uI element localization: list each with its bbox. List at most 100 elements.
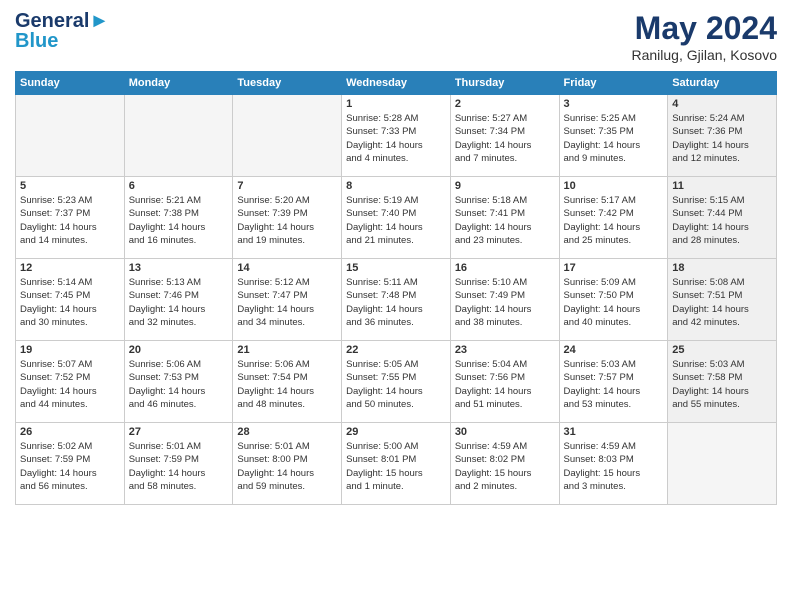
calendar-week-5: 26 Sunrise: 5:02 AM Sunset: 7:59 PM Dayli… [16, 423, 777, 505]
day-info: Sunrise: 5:20 AM Sunset: 7:39 PM Dayligh… [237, 194, 337, 247]
calendar-cell: 23 Sunrise: 5:04 AM Sunset: 7:56 PM Dayli… [450, 341, 559, 423]
calendar-cell: 29 Sunrise: 5:00 AM Sunset: 8:01 PM Dayli… [342, 423, 451, 505]
calendar-header: SundayMondayTuesdayWednesdayThursdayFrid… [16, 72, 777, 95]
day-info: Sunrise: 5:15 AM Sunset: 7:44 PM Dayligh… [672, 194, 772, 247]
calendar-cell: 22Sunrise: 5:05 AM Sunset: 7:55 PM Dayli… [342, 341, 451, 423]
day-info: Sunrise: 5:10 AM Sunset: 7:49 PM Dayligh… [455, 276, 555, 329]
weekday-header-thursday: Thursday [450, 72, 559, 95]
weekday-header-sunday: Sunday [16, 72, 125, 95]
calendar-cell: 9 Sunrise: 5:18 AM Sunset: 7:41 PM Daylig… [450, 177, 559, 259]
day-info: Sunrise: 5:17 AM Sunset: 7:42 PM Dayligh… [564, 194, 664, 247]
day-number: 13 [129, 262, 229, 274]
day-number: 22 [346, 344, 446, 356]
day-info: Sunrise: 5:19 AM Sunset: 7:40 PM Dayligh… [346, 194, 446, 247]
logo: General► Blue [15, 10, 109, 52]
day-number: 25 [672, 344, 772, 356]
calendar-cell: 2Sunrise: 5:27 AM Sunset: 7:34 PM Daylig… [450, 95, 559, 177]
calendar-cell: 25 Sunrise: 5:03 AM Sunset: 7:58 PM Dayli… [668, 341, 777, 423]
day-info: Sunrise: 5:06 AM Sunset: 7:54 PM Dayligh… [237, 358, 337, 411]
day-info: Sunrise: 5:02 AM Sunset: 7:59 PM Dayligh… [20, 440, 120, 493]
logo-text: General► [15, 10, 109, 32]
day-number: 7 [237, 180, 337, 192]
calendar-cell: 21 Sunrise: 5:06 AM Sunset: 7:54 PM Dayli… [233, 341, 342, 423]
calendar-cell: 11Sunrise: 5:15 AM Sunset: 7:44 PM Dayli… [668, 177, 777, 259]
calendar-cell: 13Sunrise: 5:13 AM Sunset: 7:46 PM Dayli… [124, 259, 233, 341]
day-info: Sunrise: 5:18 AM Sunset: 7:41 PM Dayligh… [455, 194, 555, 247]
location-subtitle: Ranilug, Gjilan, Kosovo [631, 47, 777, 63]
calendar-body: 1Sunrise: 5:28 AM Sunset: 7:33 PM Daylig… [16, 95, 777, 505]
day-info: Sunrise: 5:03 AM Sunset: 7:57 PM Dayligh… [564, 358, 664, 411]
day-info: Sunrise: 5:01 AM Sunset: 7:59 PM Dayligh… [129, 440, 229, 493]
day-number: 30 [455, 426, 555, 438]
day-info: Sunrise: 5:28 AM Sunset: 7:33 PM Dayligh… [346, 112, 446, 165]
weekday-header-friday: Friday [559, 72, 668, 95]
day-info: Sunrise: 5:03 AM Sunset: 7:58 PM Dayligh… [672, 358, 772, 411]
weekday-header-wednesday: Wednesday [342, 72, 451, 95]
day-info: Sunrise: 5:25 AM Sunset: 7:35 PM Dayligh… [564, 112, 664, 165]
day-number: 16 [455, 262, 555, 274]
day-number: 8 [346, 180, 446, 192]
day-number: 18 [672, 262, 772, 274]
calendar-cell: 17 Sunrise: 5:09 AM Sunset: 7:50 PM Dayli… [559, 259, 668, 341]
calendar-table: SundayMondayTuesdayWednesdayThursdayFrid… [15, 71, 777, 505]
day-number: 17 [564, 262, 664, 274]
calendar-week-3: 12 Sunrise: 5:14 AM Sunset: 7:45 PM Dayli… [16, 259, 777, 341]
calendar-cell: 12 Sunrise: 5:14 AM Sunset: 7:45 PM Dayli… [16, 259, 125, 341]
calendar-cell: 5 Sunrise: 5:23 AM Sunset: 7:37 PM Daylig… [16, 177, 125, 259]
calendar-week-1: 1Sunrise: 5:28 AM Sunset: 7:33 PM Daylig… [16, 95, 777, 177]
day-info: Sunrise: 5:24 AM Sunset: 7:36 PM Dayligh… [672, 112, 772, 165]
day-number: 10 [564, 180, 664, 192]
weekday-header-saturday: Saturday [668, 72, 777, 95]
day-number: 19 [20, 344, 120, 356]
calendar-cell [668, 423, 777, 505]
day-info: Sunrise: 5:04 AM Sunset: 7:56 PM Dayligh… [455, 358, 555, 411]
calendar-cell: 24Sunrise: 5:03 AM Sunset: 7:57 PM Dayli… [559, 341, 668, 423]
calendar-cell [233, 95, 342, 177]
day-info: Sunrise: 5:11 AM Sunset: 7:48 PM Dayligh… [346, 276, 446, 329]
calendar-cell: 28Sunrise: 5:01 AM Sunset: 8:00 PM Dayli… [233, 423, 342, 505]
day-info: Sunrise: 5:07 AM Sunset: 7:52 PM Dayligh… [20, 358, 120, 411]
day-info: Sunrise: 5:08 AM Sunset: 7:51 PM Dayligh… [672, 276, 772, 329]
day-number: 6 [129, 180, 229, 192]
calendar-cell [16, 95, 125, 177]
day-info: Sunrise: 4:59 AM Sunset: 8:03 PM Dayligh… [564, 440, 664, 493]
day-number: 3 [564, 98, 664, 110]
day-number: 21 [237, 344, 337, 356]
calendar-cell: 14 Sunrise: 5:12 AM Sunset: 7:47 PM Dayli… [233, 259, 342, 341]
calendar-cell: 4 Sunrise: 5:24 AM Sunset: 7:36 PM Daylig… [668, 95, 777, 177]
calendar-cell: 16 Sunrise: 5:10 AM Sunset: 7:49 PM Dayli… [450, 259, 559, 341]
day-info: Sunrise: 5:14 AM Sunset: 7:45 PM Dayligh… [20, 276, 120, 329]
day-number: 29 [346, 426, 446, 438]
calendar-cell: 10 Sunrise: 5:17 AM Sunset: 7:42 PM Dayli… [559, 177, 668, 259]
day-number: 31 [564, 426, 664, 438]
day-number: 23 [455, 344, 555, 356]
calendar-cell: 6 Sunrise: 5:21 AM Sunset: 7:38 PM Daylig… [124, 177, 233, 259]
day-number: 9 [455, 180, 555, 192]
day-info: Sunrise: 5:09 AM Sunset: 7:50 PM Dayligh… [564, 276, 664, 329]
day-number: 26 [20, 426, 120, 438]
day-number: 15 [346, 262, 446, 274]
calendar-cell: 15 Sunrise: 5:11 AM Sunset: 7:48 PM Dayli… [342, 259, 451, 341]
day-info: Sunrise: 5:01 AM Sunset: 8:00 PM Dayligh… [237, 440, 337, 493]
calendar-cell: 8 Sunrise: 5:19 AM Sunset: 7:40 PM Daylig… [342, 177, 451, 259]
weekday-row: SundayMondayTuesdayWednesdayThursdayFrid… [16, 72, 777, 95]
calendar-week-4: 19 Sunrise: 5:07 AM Sunset: 7:52 PM Dayli… [16, 341, 777, 423]
day-info: Sunrise: 4:59 AM Sunset: 8:02 PM Dayligh… [455, 440, 555, 493]
day-info: Sunrise: 5:21 AM Sunset: 7:38 PM Dayligh… [129, 194, 229, 247]
calendar-week-2: 5 Sunrise: 5:23 AM Sunset: 7:37 PM Daylig… [16, 177, 777, 259]
day-info: Sunrise: 5:00 AM Sunset: 8:01 PM Dayligh… [346, 440, 446, 493]
day-number: 5 [20, 180, 120, 192]
calendar-cell [124, 95, 233, 177]
day-info: Sunrise: 5:12 AM Sunset: 7:47 PM Dayligh… [237, 276, 337, 329]
day-info: Sunrise: 5:23 AM Sunset: 7:37 PM Dayligh… [20, 194, 120, 247]
month-title: May 2024 [631, 10, 777, 47]
day-number: 12 [20, 262, 120, 274]
calendar-cell: 31 Sunrise: 4:59 AM Sunset: 8:03 PM Dayli… [559, 423, 668, 505]
logo-blue: Blue [15, 30, 109, 52]
day-number: 4 [672, 98, 772, 110]
calendar-cell: 26 Sunrise: 5:02 AM Sunset: 7:59 PM Dayli… [16, 423, 125, 505]
day-number: 14 [237, 262, 337, 274]
calendar-cell: 7 Sunrise: 5:20 AM Sunset: 7:39 PM Daylig… [233, 177, 342, 259]
day-number: 27 [129, 426, 229, 438]
day-info: Sunrise: 5:06 AM Sunset: 7:53 PM Dayligh… [129, 358, 229, 411]
